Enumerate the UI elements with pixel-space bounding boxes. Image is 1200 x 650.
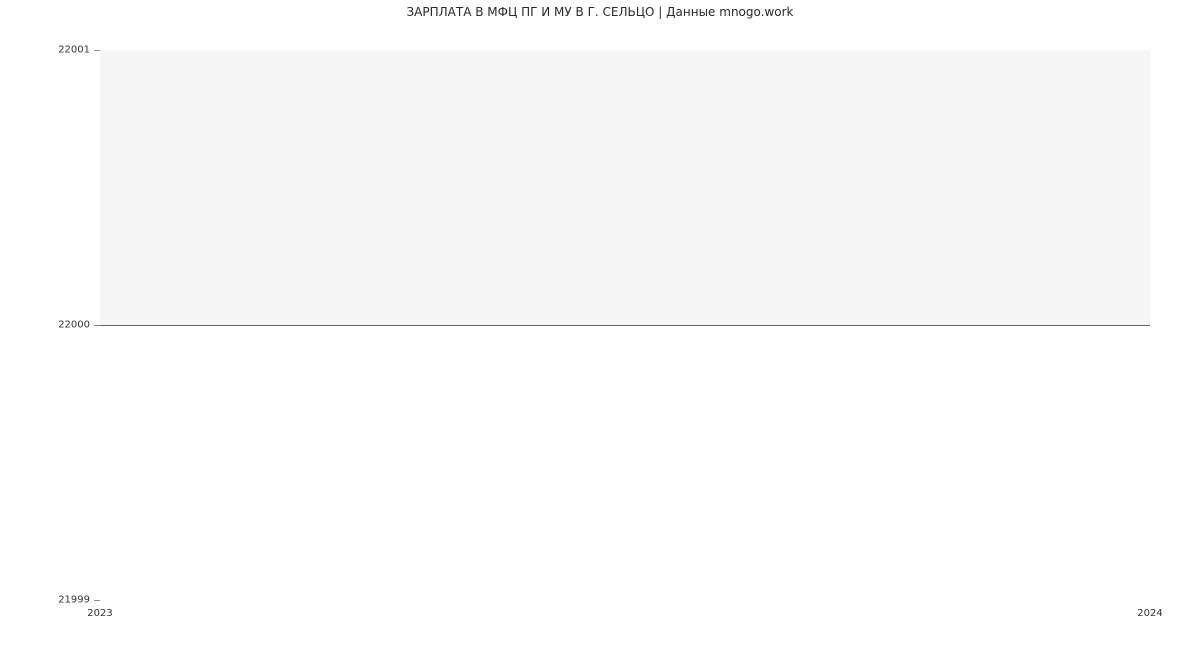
chart-root: ЗАРПЛАТА В МФЦ ПГ И МУ В Г. СЕЛЬЦО | Дан… — [0, 0, 1200, 650]
y-tick-label: 21999 — [50, 595, 90, 606]
y-tick-label: 22001 — [50, 45, 90, 56]
y-tick-label: 22000 — [50, 320, 90, 331]
x-axis-ticks: 2023 2024 — [0, 608, 1200, 622]
y-tick-mark — [94, 600, 100, 601]
plot-area — [100, 50, 1150, 325]
x-tick-label: 2024 — [1137, 608, 1162, 619]
x-tick-label: 2023 — [87, 608, 112, 619]
chart-title: ЗАРПЛАТА В МФЦ ПГ И МУ В Г. СЕЛЬЦО | Дан… — [0, 5, 1200, 19]
y-tick-mark — [94, 50, 100, 51]
series-segment — [100, 325, 1150, 326]
